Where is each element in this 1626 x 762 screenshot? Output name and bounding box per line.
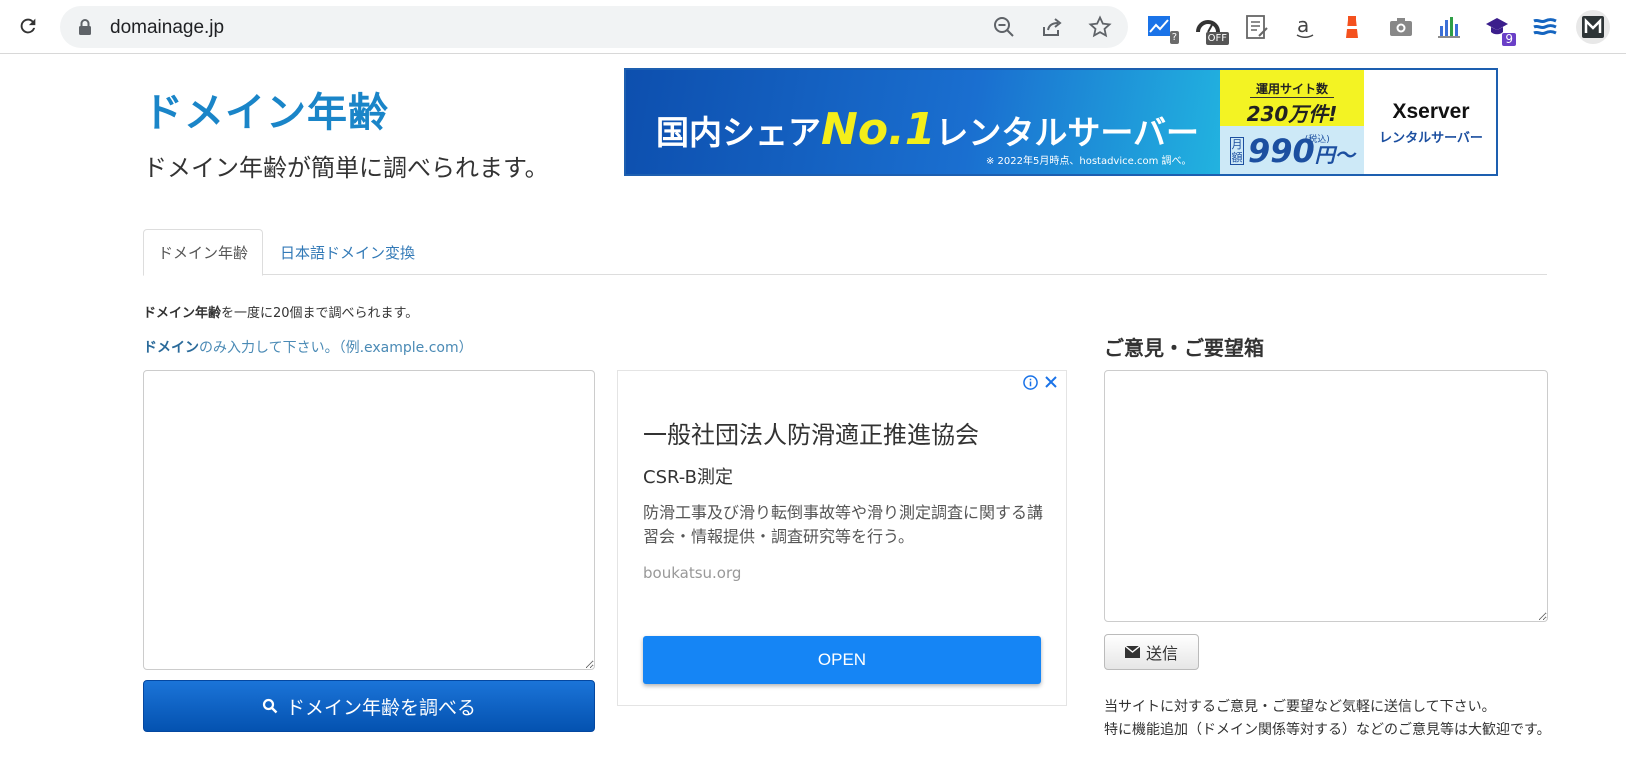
tab-japanese-domain-conversion[interactable]: 日本語ドメイン変換 — [266, 229, 429, 275]
camera-extension-icon[interactable] — [1386, 12, 1416, 42]
extension-badge: 9 — [1502, 33, 1516, 46]
amazon-extension-icon[interactable]: a — [1290, 12, 1320, 42]
search-icon — [262, 698, 278, 714]
notes-extension-icon[interactable] — [1242, 12, 1272, 42]
banner-headline: 国内シェアNo.1レンタルサーバー — [656, 104, 1200, 155]
browser-toolbar: domainage.jp ? OFF a 9 — [0, 0, 1626, 54]
feedback-note: 当サイトに対するご意見・ご要望など気軽に送信して下さい。 — [1104, 699, 1496, 715]
chart-extension-icon[interactable]: ? — [1145, 12, 1179, 44]
banner-note: ※ 2022年5月時点、hostadvice.com 調べ。 — [986, 156, 1192, 167]
xserver-logo: Xserver レンタルサーバー — [1364, 70, 1496, 174]
ad-open-button[interactable]: OPEN — [643, 636, 1041, 684]
ad-url[interactable]: boukatsu.org — [643, 564, 741, 582]
tab-domain-age[interactable]: ドメイン年齢 — [143, 229, 264, 276]
url-text[interactable]: domainage.jp — [110, 17, 224, 39]
close-icon[interactable] — [1044, 375, 1058, 389]
feedback-title: ご意見・ご要望箱 — [1104, 336, 1264, 360]
feedback-input[interactable] — [1104, 370, 1548, 622]
send-feedback-label: 送信 — [1145, 644, 1178, 663]
share-icon[interactable] — [1040, 15, 1064, 39]
bookmark-star-icon[interactable] — [1088, 15, 1112, 39]
svg-text:a: a — [1297, 14, 1309, 37]
tab-bar: ドメイン年齢 日本語ドメイン変換 — [143, 229, 1547, 276]
check-domain-age-button[interactable]: ドメイン年齢を調べる — [143, 680, 595, 732]
bars-extension-icon[interactable] — [1434, 12, 1464, 42]
m-extension-icon[interactable] — [1576, 10, 1610, 44]
xserver-banner-ad[interactable]: 国内シェアNo.1レンタルサーバー ※ 2022年5月時点、hostadvice… — [624, 68, 1498, 176]
ad-subtitle[interactable]: CSR-B測定 — [643, 463, 733, 489]
extension-badge: ? — [1169, 31, 1179, 44]
ad-controls — [1023, 375, 1058, 390]
info-icon[interactable] — [1023, 375, 1038, 390]
zoom-out-icon[interactable] — [992, 15, 1016, 39]
lighthouse-extension-icon[interactable] — [1337, 12, 1367, 42]
form-description: ドメイン年齢を一度に20個まで調べられます。 — [143, 306, 419, 321]
site-title[interactable]: ドメイン年齢 — [143, 80, 389, 138]
envelope-icon — [1124, 646, 1140, 658]
lock-icon[interactable] — [78, 18, 92, 40]
cap-extension-icon[interactable]: 9 — [1482, 12, 1516, 46]
ad-body[interactable]: 防滑工事及び滑り転倒事故等や滑り測定調査に関する講習会・情報提供・調査研究等を行… — [643, 501, 1053, 549]
feedback-note-welcome: 特に機能追加（ドメイン関係等対する）などのご意見等は大歓迎です。 — [1104, 722, 1551, 738]
check-domain-age-label: ドメイン年齢を調べる — [285, 696, 476, 719]
domain-input[interactable] — [143, 370, 595, 670]
site-subtitle: ドメイン年齢が簡単に調べられます。 — [143, 154, 549, 182]
ad-title[interactable]: 一般社団法人防滑適正推進協会 — [643, 415, 979, 450]
display-ad[interactable]: 一般社団法人防滑適正推進協会 CSR-B測定 防滑工事及び滑り転倒事故等や滑り測… — [617, 370, 1067, 706]
address-bar[interactable]: domainage.jp — [60, 6, 1128, 48]
reload-icon[interactable] — [14, 12, 42, 40]
banner-sites-count: 運用サイト数 230万件! — [1220, 70, 1364, 126]
waves-extension-icon[interactable] — [1530, 12, 1560, 42]
form-hint: ドメインのみ入力して下さい。（例.example.com） — [143, 340, 473, 356]
speedometer-extension-icon[interactable]: OFF — [1193, 12, 1229, 45]
banner-price: 月額 990円〜 (税込) — [1220, 126, 1364, 174]
send-feedback-button[interactable]: 送信 — [1104, 634, 1199, 670]
extension-badge: OFF — [1205, 32, 1229, 45]
